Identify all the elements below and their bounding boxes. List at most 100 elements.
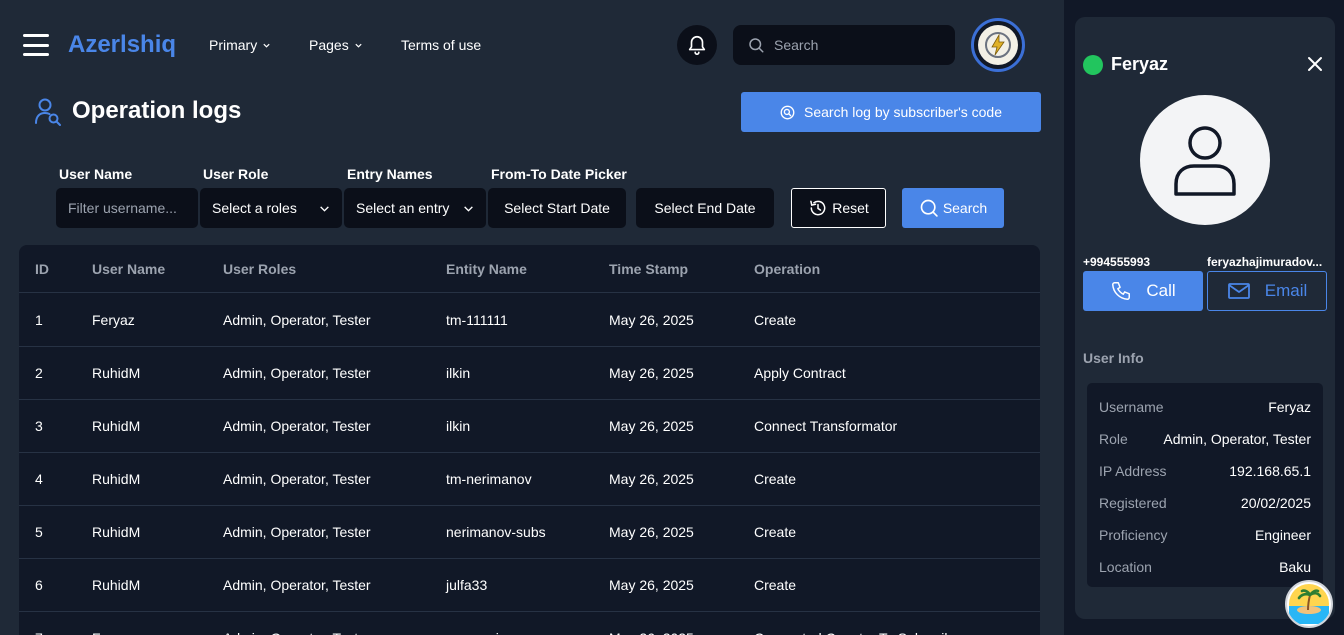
cell-operation: Connect Transformator: [754, 418, 898, 434]
column-header-user-roles[interactable]: User Roles: [223, 245, 296, 292]
reset-label: Reset: [832, 200, 869, 216]
cell-time-stamp: May 26, 2025: [609, 612, 694, 635]
email-button[interactable]: Email: [1207, 271, 1327, 311]
end-date-picker[interactable]: Select End Date: [636, 188, 774, 228]
cell-time-stamp: May 26, 2025: [609, 365, 694, 381]
online-status-indicator: [1083, 55, 1103, 75]
start-date-picker[interactable]: Select Start Date: [488, 188, 626, 228]
page-title: Operation logs: [72, 97, 242, 124]
info-value: 20/02/2025: [1240, 495, 1311, 511]
column-header-user-name[interactable]: User Name: [92, 245, 165, 292]
table-row[interactable]: 6 RuhidM Admin, Operator, Tester julfa33…: [19, 559, 1040, 612]
user-info-heading: User Info: [1083, 350, 1144, 366]
username-filter-label: User Name: [59, 166, 133, 182]
cell-entity-name: nerimanov-subs: [446, 524, 546, 540]
nav-terms[interactable]: Terms of use: [401, 37, 481, 53]
cell-user-roles: Admin, Operator, Tester: [223, 471, 371, 487]
table-row[interactable]: 4 RuhidM Admin, Operator, Tester tm-neri…: [19, 453, 1040, 506]
cell-id: 6: [35, 577, 43, 593]
info-key: Location: [1099, 559, 1152, 575]
cell-entity-name: suraxani: [446, 612, 499, 635]
info-row-location: Location Baku: [1099, 551, 1311, 583]
search-subscriber-button[interactable]: Search log by subscriber's code: [741, 92, 1041, 132]
cell-user-roles: Admin, Operator, Tester: [223, 418, 371, 434]
cell-time-stamp: May 26, 2025: [609, 418, 694, 434]
brand-logo-text[interactable]: Azerlshiq: [68, 31, 176, 59]
table-row[interactable]: 1 Feryaz Admin, Operator, Tester tm-1111…: [19, 294, 1040, 347]
cell-user-name: RuhidM: [92, 418, 141, 434]
info-row-ip-address: IP Address 192.168.65.1: [1099, 455, 1311, 487]
notifications-button[interactable]: [677, 25, 717, 65]
entry-select-value: Select an entry: [356, 200, 450, 216]
chevron-down-icon: [355, 43, 362, 48]
cell-user-roles: Admin, Operator, Tester: [223, 365, 371, 381]
cell-entity-name: tm-111111: [446, 312, 508, 328]
table-row[interactable]: 3 RuhidM Admin, Operator, Tester ilkin M…: [19, 400, 1040, 453]
cell-id: 3: [35, 418, 43, 434]
nav-primary-label: Primary: [209, 37, 258, 53]
role-filter-label: User Role: [203, 166, 269, 182]
cell-time-stamp: May 26, 2025: [609, 312, 694, 328]
island-logo-icon[interactable]: [1285, 580, 1333, 628]
menu-icon[interactable]: [23, 34, 49, 56]
phone-icon: [1112, 282, 1131, 300]
history-icon: [810, 200, 826, 216]
bell-icon: [688, 36, 706, 55]
user-avatar[interactable]: [971, 18, 1025, 72]
cell-operation: Create: [754, 524, 797, 540]
call-button[interactable]: Call: [1083, 271, 1203, 311]
nav-pages[interactable]: Pages: [309, 37, 363, 53]
nav-terms-label: Terms of use: [401, 37, 482, 53]
operation-logs-table: ID User Name User Roles Entity Name Time…: [19, 245, 1040, 635]
cell-id: 1: [35, 312, 43, 328]
email-label: Email: [1264, 281, 1308, 300]
cell-id: 7: [35, 612, 43, 635]
username-filter-input[interactable]: Filter username...: [56, 188, 198, 228]
profile-avatar: [1140, 95, 1270, 225]
user-icon: [1174, 126, 1236, 196]
cell-operation: Connected Counter To Subscriber: [754, 612, 965, 635]
cell-entity-name: ilkin: [446, 365, 471, 381]
call-label: Call: [1146, 281, 1176, 300]
entry-filter-label: Entry Names: [347, 166, 433, 182]
info-row-proficiency: Proficiency Engineer: [1099, 519, 1311, 551]
header-search-input[interactable]: [774, 37, 934, 53]
search-icon: [749, 38, 764, 53]
info-key: Username: [1099, 399, 1164, 415]
chevron-down-icon: [320, 205, 329, 212]
reset-button[interactable]: Reset: [791, 188, 886, 228]
cell-id: 4: [35, 471, 43, 487]
column-header-entity-name[interactable]: Entity Name: [446, 245, 527, 292]
cell-entity-name: tm-nerimanov: [446, 471, 532, 487]
search-button[interactable]: Search: [902, 188, 1004, 228]
close-icon[interactable]: [1305, 54, 1325, 74]
table-row[interactable]: 5 RuhidM Admin, Operator, Tester neriman…: [19, 506, 1040, 559]
cell-user-roles: Admin, Operator, Tester: [223, 524, 371, 540]
table-header-row: ID User Name User Roles Entity Name Time…: [19, 245, 1040, 293]
nav-primary[interactable]: Primary: [209, 37, 271, 53]
role-select-value: Select a roles: [212, 200, 297, 216]
nav-pages-label: Pages: [309, 37, 349, 53]
info-value: 192.168.65.1: [1229, 463, 1311, 479]
info-key: Registered: [1099, 495, 1167, 511]
cell-user-name: Feryaz: [92, 312, 135, 328]
info-value: Admin, Operator, Tester: [1163, 431, 1311, 447]
info-key: Role: [1099, 431, 1128, 447]
column-header-time-stamp[interactable]: Time Stamp: [609, 245, 688, 292]
cell-user-name: RuhidM: [92, 471, 141, 487]
column-header-id[interactable]: ID: [35, 245, 49, 292]
cell-operation: Apply Contract: [754, 365, 846, 381]
column-header-operation[interactable]: Operation: [754, 245, 820, 292]
cell-time-stamp: May 26, 2025: [609, 577, 694, 593]
cell-user-name: RuhidM: [92, 577, 141, 593]
role-select[interactable]: Select a roles: [200, 188, 342, 228]
cell-time-stamp: May 26, 2025: [609, 524, 694, 540]
entry-select[interactable]: Select an entry: [344, 188, 486, 228]
cell-user-name: Feryaz: [92, 612, 135, 635]
info-row-username: Username Feryaz: [1099, 391, 1311, 423]
user-search-icon: [35, 98, 61, 126]
info-row-registered: Registered 20/02/2025: [1099, 487, 1311, 519]
table-row[interactable]: 7 Feryaz Admin, Operator, Tester suraxan…: [19, 612, 1040, 635]
cell-operation: Create: [754, 312, 797, 328]
table-row[interactable]: 2 RuhidM Admin, Operator, Tester ilkin M…: [19, 347, 1040, 400]
